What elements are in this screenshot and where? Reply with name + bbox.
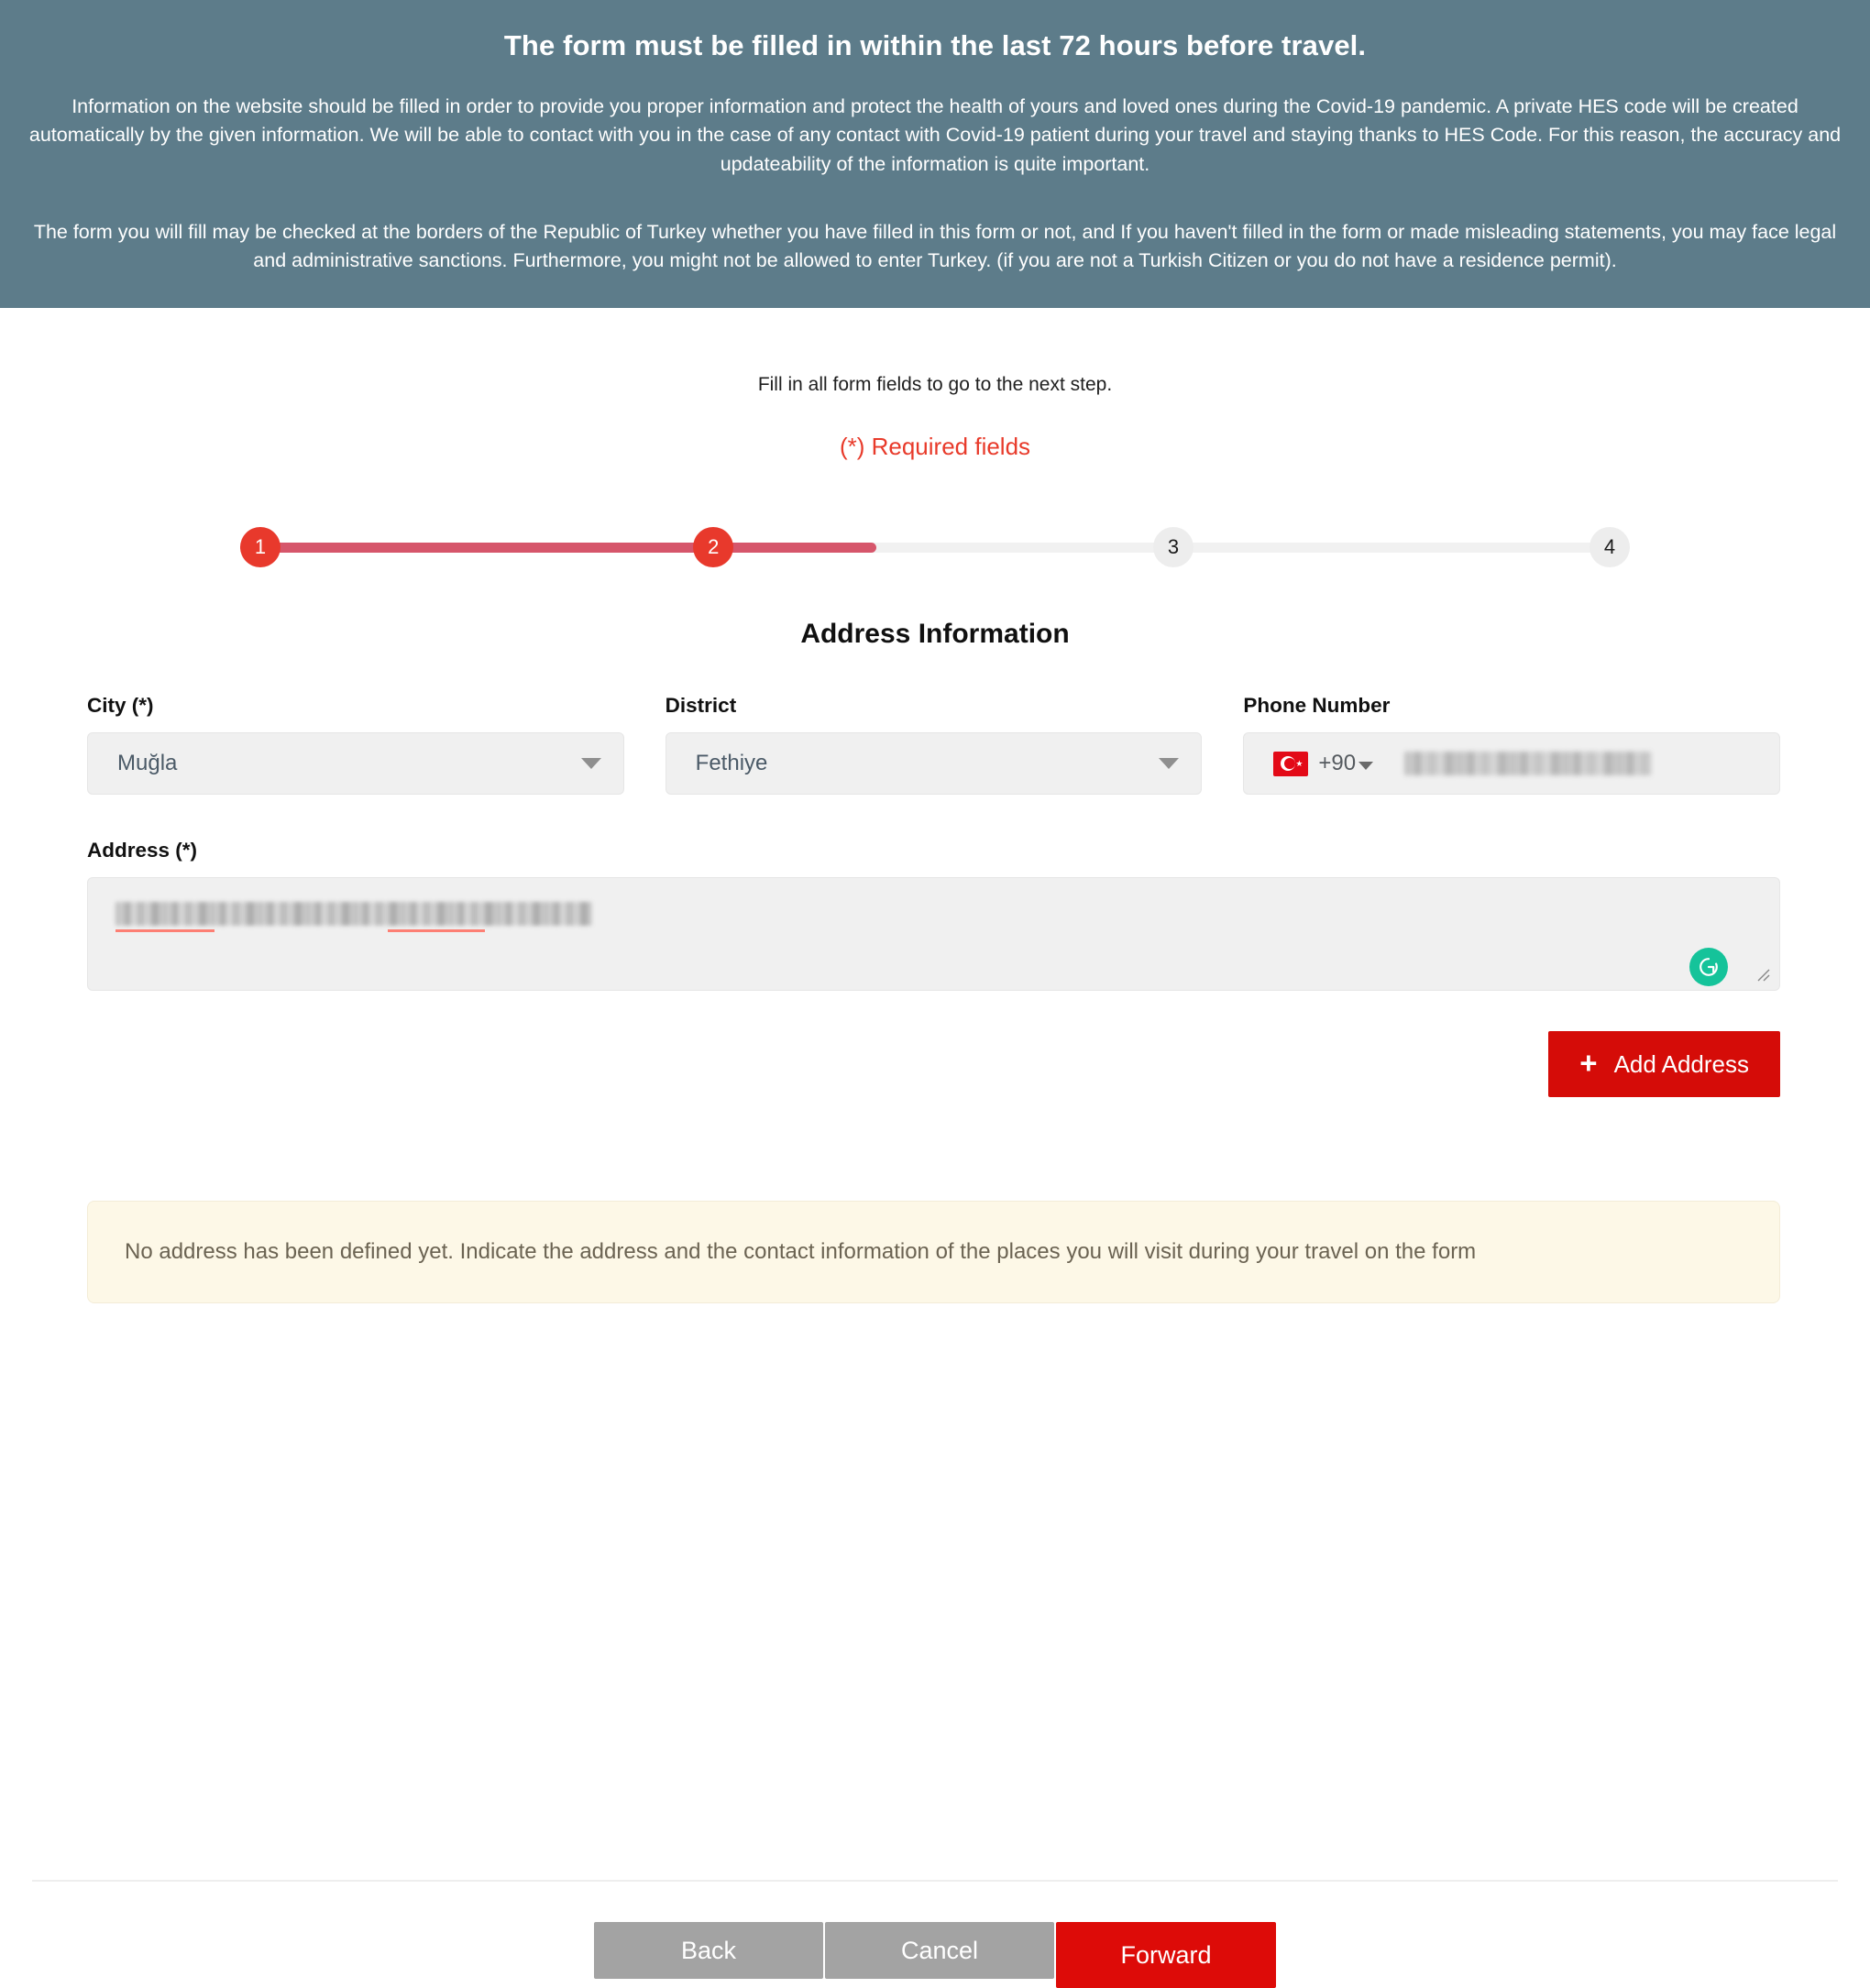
step-indicator-1[interactable]: 1 — [240, 527, 280, 567]
spellcheck-underline — [388, 929, 485, 932]
district-select[interactable]: Fethiye — [665, 732, 1203, 795]
chevron-down-icon — [1159, 758, 1180, 769]
form-row-1: City (*) Muğla District Fethiye Phone Nu… — [87, 694, 1781, 795]
add-address-row: + Add Address — [87, 1031, 1780, 1097]
plus-icon: + — [1579, 1046, 1598, 1080]
address-textarea[interactable] — [87, 877, 1780, 991]
phone-dial-code: +90 — [1318, 751, 1357, 775]
district-label: District — [665, 694, 737, 717]
turkey-flag-icon: ★ — [1273, 751, 1309, 776]
district-field-group: District Fethiye — [665, 694, 1203, 795]
spellcheck-underline — [116, 929, 214, 932]
info-banner: The form must be filled in within the la… — [0, 0, 1870, 308]
district-selected-value: Fethiye — [695, 751, 768, 775]
add-address-button[interactable]: + Add Address — [1548, 1031, 1780, 1097]
step-indicator-2[interactable]: 2 — [693, 527, 734, 567]
form-hint: Fill in all form fields to go to the nex… — [757, 374, 1113, 395]
grammarly-icon[interactable] — [1689, 948, 1728, 986]
footer-actions: Back Cancel Forward — [0, 1922, 1870, 1988]
address-text-value — [116, 902, 592, 926]
phone-label: Phone Number — [1243, 694, 1391, 717]
chevron-down-icon[interactable] — [1358, 761, 1374, 770]
cancel-button[interactable]: Cancel — [825, 1922, 1054, 1979]
main-content: Fill in all form fields to go to the nex… — [0, 374, 1870, 1988]
resize-handle-icon[interactable] — [1755, 967, 1772, 983]
address-form: City (*) Muğla District Fethiye Phone Nu… — [87, 694, 1781, 1303]
chevron-down-icon — [580, 758, 601, 769]
banner-title: The form must be filled in within the la… — [503, 29, 1367, 61]
step-indicator-3[interactable]: 3 — [1153, 527, 1194, 567]
phone-number-input[interactable] — [1404, 752, 1653, 775]
banner-paragraph-1: Information on the website should be fil… — [28, 94, 1842, 176]
banner-paragraph-2: The form you will fill may be checked at… — [33, 220, 1837, 272]
city-select[interactable]: Muğla — [87, 732, 624, 795]
stepper-fill — [240, 543, 877, 553]
required-fields-note: (*) Required fields — [839, 433, 1031, 460]
section-title: Address Information — [800, 619, 1070, 649]
footer-divider — [32, 1880, 1838, 1882]
back-button[interactable]: Back — [594, 1922, 823, 1979]
city-selected-value: Muğla — [117, 751, 178, 775]
phone-field-group: Phone Number ★ +90 — [1243, 694, 1781, 795]
step-indicator-4[interactable]: 4 — [1590, 527, 1630, 567]
address-field-group: Address (*) — [87, 839, 1780, 991]
city-label: City (*) — [87, 694, 154, 717]
forward-button[interactable]: Forward — [1056, 1922, 1276, 1988]
no-address-alert: No address has been defined yet. Indicat… — [87, 1201, 1780, 1303]
address-label: Address (*) — [87, 839, 198, 862]
city-field-group: City (*) Muğla — [87, 694, 624, 795]
add-address-label: Add Address — [1613, 1049, 1749, 1078]
step-progress-bar: 1 2 3 4 — [240, 527, 1630, 569]
phone-input-group[interactable]: ★ +90 — [1243, 732, 1781, 795]
